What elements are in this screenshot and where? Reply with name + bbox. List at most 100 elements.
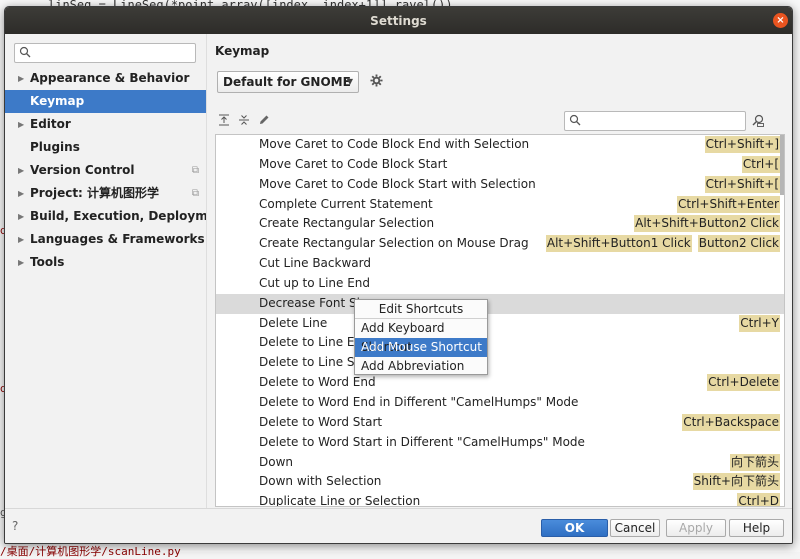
table-row[interactable]: Move Caret to Code Block End with Select… xyxy=(216,135,784,155)
context-menu-header: Edit Shortcuts xyxy=(355,300,487,319)
dialog-titlebar[interactable]: Settings × xyxy=(5,7,792,34)
keymap-scheme-select[interactable]: Default for GNOME ▼ xyxy=(217,71,359,93)
chevron-right-icon[interactable]: ▶ xyxy=(18,228,24,251)
search-icon xyxy=(19,46,31,61)
table-row[interactable]: Down with Selection Shift+向下箭头 xyxy=(216,472,784,492)
cancel-button[interactable]: Cancel xyxy=(610,519,660,537)
action-name: Cut Line Backward xyxy=(259,256,371,271)
shortcut-badge: Ctrl+[ xyxy=(741,155,780,173)
background-file-path: /桌面/计算机图形学/scanLine.py xyxy=(0,545,181,558)
sidebar-item[interactable]: ▶ Version Control ⧉ xyxy=(5,159,206,182)
sidebar-item-label: Project: 计算机图形学 xyxy=(30,186,160,200)
find-shortcut-icon[interactable] xyxy=(752,114,765,130)
project-scope-icon: ⧉ xyxy=(191,165,199,176)
table-row[interactable]: Delete Line Ctrl+Y xyxy=(216,314,784,334)
table-row[interactable]: Duplicate Line or Selection Ctrl+D xyxy=(216,492,784,506)
table-row[interactable]: Delete to Word End Ctrl+Delete xyxy=(216,373,784,393)
keymap-scheme-value: Default for GNOME xyxy=(223,75,351,89)
pencil-icon[interactable] xyxy=(258,114,270,129)
help-button[interactable]: Help xyxy=(729,519,784,537)
shortcut-list: Ctrl+D xyxy=(737,493,780,506)
table-row[interactable]: Move Caret to Code Block Start with Sele… xyxy=(216,175,784,195)
table-row[interactable]: Decrease Font Size xyxy=(216,293,784,314)
action-name: Delete to Word Start xyxy=(259,414,383,429)
sidebar-item[interactable]: ▶ Project: 计算机图形学 ⧉ xyxy=(5,182,206,205)
keymap-search-input[interactable] xyxy=(564,111,746,131)
table-row[interactable]: Delete to Word Start in Different "Camel… xyxy=(216,433,784,453)
sidebar-item-label: Version Control xyxy=(30,163,135,177)
table-row[interactable]: Complete Current Statement Ctrl+Shift+Ent… xyxy=(216,195,784,215)
chevron-right-icon[interactable]: ▶ xyxy=(18,159,24,182)
sidebar-search-input[interactable] xyxy=(14,43,196,63)
vertical-scrollbar[interactable] xyxy=(780,135,784,195)
sidebar-item-label: Tools xyxy=(30,255,65,269)
menu-item-add-abbreviation[interactable]: Add Abbreviation xyxy=(355,357,487,376)
menu-item-add-keyboard-shortcut[interactable]: Add Keyboard Shortcut xyxy=(355,319,487,354)
shortcut-badge: Ctrl+Delete xyxy=(707,374,780,392)
shortcut-badge: 向下箭头 xyxy=(729,453,780,471)
shortcut-list: Alt+Shift+Button1 Click Button2 Click xyxy=(545,235,780,253)
action-name: Down xyxy=(259,454,294,469)
keymap-table: Move Caret to Code Block End with Select… xyxy=(215,134,785,507)
action-name: Cut up to Line End xyxy=(259,275,371,290)
table-row[interactable]: Create Rectangular Selection on Mouse Dr… xyxy=(216,234,784,254)
shortcut-list: Ctrl+Backspace xyxy=(682,413,780,431)
action-name: Move Caret to Code Block Start with Sele… xyxy=(259,176,536,191)
table-row[interactable]: Cut Line Backward xyxy=(216,254,784,274)
search-icon xyxy=(569,114,581,129)
sidebar-item-label: Editor xyxy=(30,117,71,131)
sidebar-item-label: Build, Execution, Deployment xyxy=(30,209,231,223)
expand-all-icon[interactable] xyxy=(218,114,230,129)
table-row[interactable]: Create Rectangular Selection Alt+Shift+Bu… xyxy=(216,214,784,234)
collapse-all-icon[interactable] xyxy=(238,114,250,129)
dialog-title: Settings xyxy=(370,13,427,28)
sidebar-item[interactable]: Plugins xyxy=(5,136,206,159)
table-row[interactable]: Delete to Line Start xyxy=(216,353,784,373)
action-name: Delete to Word Start in Different "Camel… xyxy=(259,434,585,449)
sidebar-item[interactable]: ▶ Languages & Frameworks xyxy=(5,228,206,251)
chevron-right-icon[interactable]: ▶ xyxy=(18,205,24,228)
table-row[interactable]: Move Caret to Code Block Start Ctrl+[ xyxy=(216,155,784,175)
close-icon: × xyxy=(776,15,785,26)
shortcut-list: Ctrl+Shift+] xyxy=(704,136,780,153)
chevron-down-icon: ▼ xyxy=(346,77,353,86)
ok-button[interactable]: OK xyxy=(541,519,608,537)
table-row[interactable]: Delete to Word End in Different "CamelHu… xyxy=(216,393,784,413)
settings-dialog: Settings × ▶ Appearance & Behavior Keymap ▶… xyxy=(4,6,793,544)
sidebar-item[interactable]: ▶ Editor xyxy=(5,113,206,136)
sidebar-item-label: Appearance & Behavior xyxy=(30,71,190,85)
action-name: Delete to Word End in Different "CamelHu… xyxy=(259,394,579,409)
chevron-right-icon[interactable]: ▶ xyxy=(18,67,24,90)
sidebar-item[interactable]: ▶ Tools xyxy=(5,251,206,274)
table-row[interactable]: Delete to Word Start Ctrl+Backspace xyxy=(216,413,784,433)
sidebar-item[interactable]: ▶ Appearance & Behavior xyxy=(5,67,206,90)
sidebar-item-label: Keymap xyxy=(30,94,85,108)
action-name: Complete Current Statement xyxy=(259,196,433,211)
chevron-right-icon[interactable]: ▶ xyxy=(18,182,24,205)
action-name: Create Rectangular Selection xyxy=(259,216,435,231)
chevron-right-icon[interactable]: ▶ xyxy=(18,113,24,136)
sidebar-item[interactable]: ▶ Build, Execution, Deployment xyxy=(5,205,230,228)
shortcut-badge: Ctrl+Shift+] xyxy=(704,136,780,153)
action-name: Move Caret to Code Block End with Select… xyxy=(259,137,530,151)
apply-button[interactable]: Apply xyxy=(666,519,726,537)
sidebar-item[interactable]: Keymap xyxy=(5,90,206,113)
gear-icon[interactable] xyxy=(370,74,383,91)
shortcut-list: Ctrl+[ xyxy=(741,155,780,173)
table-row[interactable]: Cut up to Line End xyxy=(216,274,784,294)
shortcut-list: Shift+向下箭头 xyxy=(692,473,780,491)
table-row[interactable]: Delete to Line End xyxy=(216,333,784,353)
action-name: Down with Selection xyxy=(259,474,382,489)
menu-item-add-mouse-shortcut[interactable]: Add Mouse Shortcut xyxy=(355,338,487,357)
shortcut-badge: Ctrl+Shift+Enter xyxy=(677,195,780,213)
action-name: Delete to Word End xyxy=(259,375,376,390)
dialog-footer: ? OK Cancel Apply Help xyxy=(5,508,792,543)
page-title: Keymap xyxy=(215,44,270,58)
table-row[interactable]: Down 向下箭头 xyxy=(216,453,784,473)
close-button[interactable]: × xyxy=(773,13,788,28)
help-icon[interactable]: ? xyxy=(12,519,18,533)
chevron-right-icon[interactable]: ▶ xyxy=(18,251,24,274)
context-menu: Edit Shortcuts Add Keyboard Shortcut Add… xyxy=(354,299,488,375)
sidebar-item-label: Plugins xyxy=(30,140,80,154)
sidebar-tree: ▶ Appearance & Behavior Keymap ▶ Editor Plugi… xyxy=(5,67,230,274)
